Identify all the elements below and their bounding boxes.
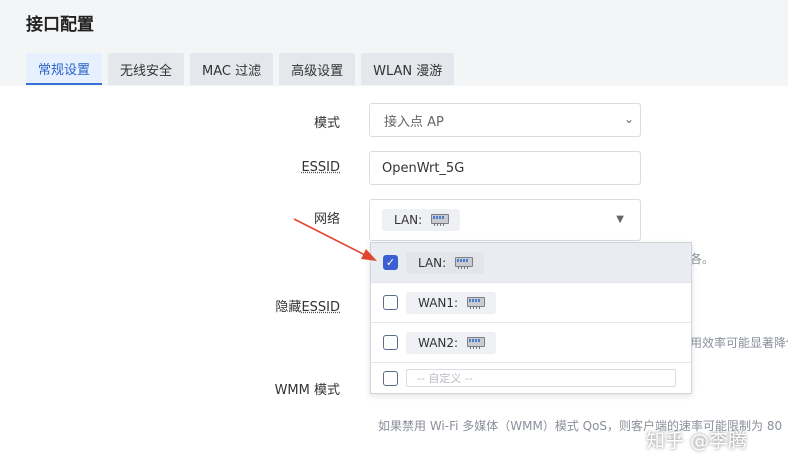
annotation-arrow-icon <box>293 218 377 261</box>
watermark: 知乎 @李腾 <box>646 430 748 452</box>
